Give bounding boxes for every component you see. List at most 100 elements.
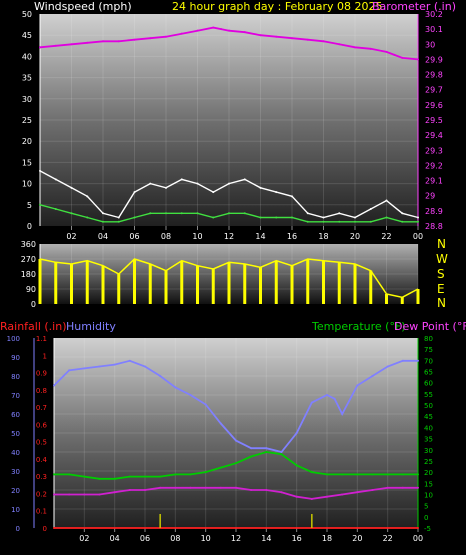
x-tick-label: 22 bbox=[381, 232, 391, 241]
y-tick-label: 50 bbox=[424, 402, 433, 410]
x-tick-label: 20 bbox=[352, 534, 362, 543]
data-point bbox=[149, 182, 152, 185]
data-point bbox=[385, 199, 388, 202]
data-point bbox=[174, 473, 177, 476]
data-point bbox=[369, 47, 372, 50]
data-point bbox=[326, 394, 328, 396]
x-tick-label: 02 bbox=[79, 534, 89, 543]
y-tick-label: 25 bbox=[22, 116, 32, 125]
data-point bbox=[117, 216, 120, 219]
data-point bbox=[113, 363, 116, 366]
y-tick-label: 30 bbox=[425, 40, 435, 49]
data-point bbox=[417, 527, 419, 529]
data-point bbox=[196, 182, 199, 185]
data-point bbox=[228, 182, 230, 185]
y-tick-label: 15 bbox=[424, 480, 433, 488]
data-point bbox=[275, 216, 278, 219]
data-point bbox=[219, 466, 222, 469]
data-point bbox=[386, 473, 389, 476]
y-tick-label: 80 bbox=[11, 373, 20, 381]
graph-title: 24 hour graph day : February 08 2025 bbox=[172, 0, 383, 13]
data-point bbox=[70, 186, 73, 189]
data-point bbox=[133, 216, 136, 219]
data-point bbox=[133, 38, 136, 41]
x-tick-label: 00 bbox=[413, 232, 423, 241]
data-point bbox=[204, 486, 207, 489]
data-point bbox=[98, 365, 101, 368]
data-point bbox=[196, 29, 199, 32]
data-point bbox=[128, 359, 131, 362]
data-point bbox=[417, 58, 419, 61]
data-point bbox=[369, 220, 372, 223]
x-tick-label: 12 bbox=[231, 534, 241, 543]
data-point bbox=[54, 208, 57, 211]
data-point bbox=[265, 489, 268, 491]
data-point bbox=[417, 216, 419, 219]
compass-w: W bbox=[436, 252, 448, 266]
data-point bbox=[180, 212, 183, 215]
windspeed-label: Windspeed (mph) bbox=[34, 0, 132, 13]
data-point bbox=[189, 473, 192, 476]
x-tick-label: 08 bbox=[161, 232, 171, 241]
data-point bbox=[144, 475, 146, 478]
data-point bbox=[371, 473, 374, 476]
data-point bbox=[98, 493, 101, 496]
data-point bbox=[371, 489, 374, 491]
data-point bbox=[165, 35, 167, 38]
y-tick-label: 29.5 bbox=[425, 116, 443, 125]
data-point bbox=[401, 212, 404, 215]
data-point bbox=[259, 34, 262, 37]
data-point bbox=[259, 216, 262, 219]
data-point bbox=[53, 384, 55, 387]
y-tick-label: 360 bbox=[21, 240, 36, 249]
data-point bbox=[322, 40, 325, 43]
y-tick-label: 20 bbox=[22, 137, 32, 146]
data-point bbox=[83, 367, 86, 370]
dewpoint-label: Dew Point (°F) bbox=[394, 320, 466, 333]
rainfall-label: Rainfall (.in) bbox=[0, 320, 67, 333]
data-point bbox=[306, 220, 309, 223]
weather-graph: Windspeed (mph) 24 hour graph day : Febr… bbox=[0, 0, 466, 543]
data-point bbox=[212, 191, 215, 194]
data-point bbox=[265, 451, 268, 453]
data-point bbox=[68, 493, 71, 496]
data-point bbox=[250, 489, 253, 491]
data-point bbox=[83, 475, 86, 478]
x-tick-label: 18 bbox=[322, 534, 332, 543]
y-tick-label: 28.8 bbox=[425, 222, 443, 231]
y-tick-label: 29.1 bbox=[425, 177, 443, 186]
data-point bbox=[180, 178, 183, 181]
data-point bbox=[280, 453, 283, 456]
data-point bbox=[356, 491, 359, 494]
y-tick-label: 10 bbox=[22, 180, 32, 189]
data-point bbox=[228, 29, 230, 32]
x-tick-label: 20 bbox=[350, 232, 360, 241]
data-point bbox=[133, 191, 136, 194]
compass-e: E bbox=[437, 282, 445, 296]
data-point bbox=[259, 186, 262, 189]
data-point bbox=[356, 473, 359, 476]
data-point bbox=[354, 216, 356, 219]
y-tick-label: 0.8 bbox=[36, 387, 47, 395]
y-tick-label: -5 bbox=[424, 525, 431, 533]
y-tick-label: 35 bbox=[424, 436, 433, 444]
data-point bbox=[53, 473, 55, 476]
data-point bbox=[204, 471, 207, 474]
data-point bbox=[338, 220, 341, 223]
y-tick-label: 29 bbox=[425, 192, 435, 201]
data-point bbox=[113, 491, 116, 494]
x-tick-label: 14 bbox=[261, 534, 271, 543]
y-tick-label: 0.4 bbox=[36, 456, 48, 464]
data-point bbox=[159, 486, 162, 489]
y-tick-label: 0.7 bbox=[36, 404, 47, 412]
y-tick-label: 35 bbox=[22, 74, 32, 83]
data-point bbox=[356, 384, 359, 387]
data-point bbox=[306, 212, 309, 215]
y-tick-label: 70 bbox=[424, 357, 433, 365]
y-tick-label: 10 bbox=[424, 491, 433, 499]
y-tick-label: 30 bbox=[11, 468, 20, 476]
data-point bbox=[102, 220, 104, 223]
x-tick-label: 04 bbox=[110, 534, 120, 543]
data-point bbox=[354, 220, 356, 223]
y-tick-label: 1 bbox=[43, 352, 47, 360]
